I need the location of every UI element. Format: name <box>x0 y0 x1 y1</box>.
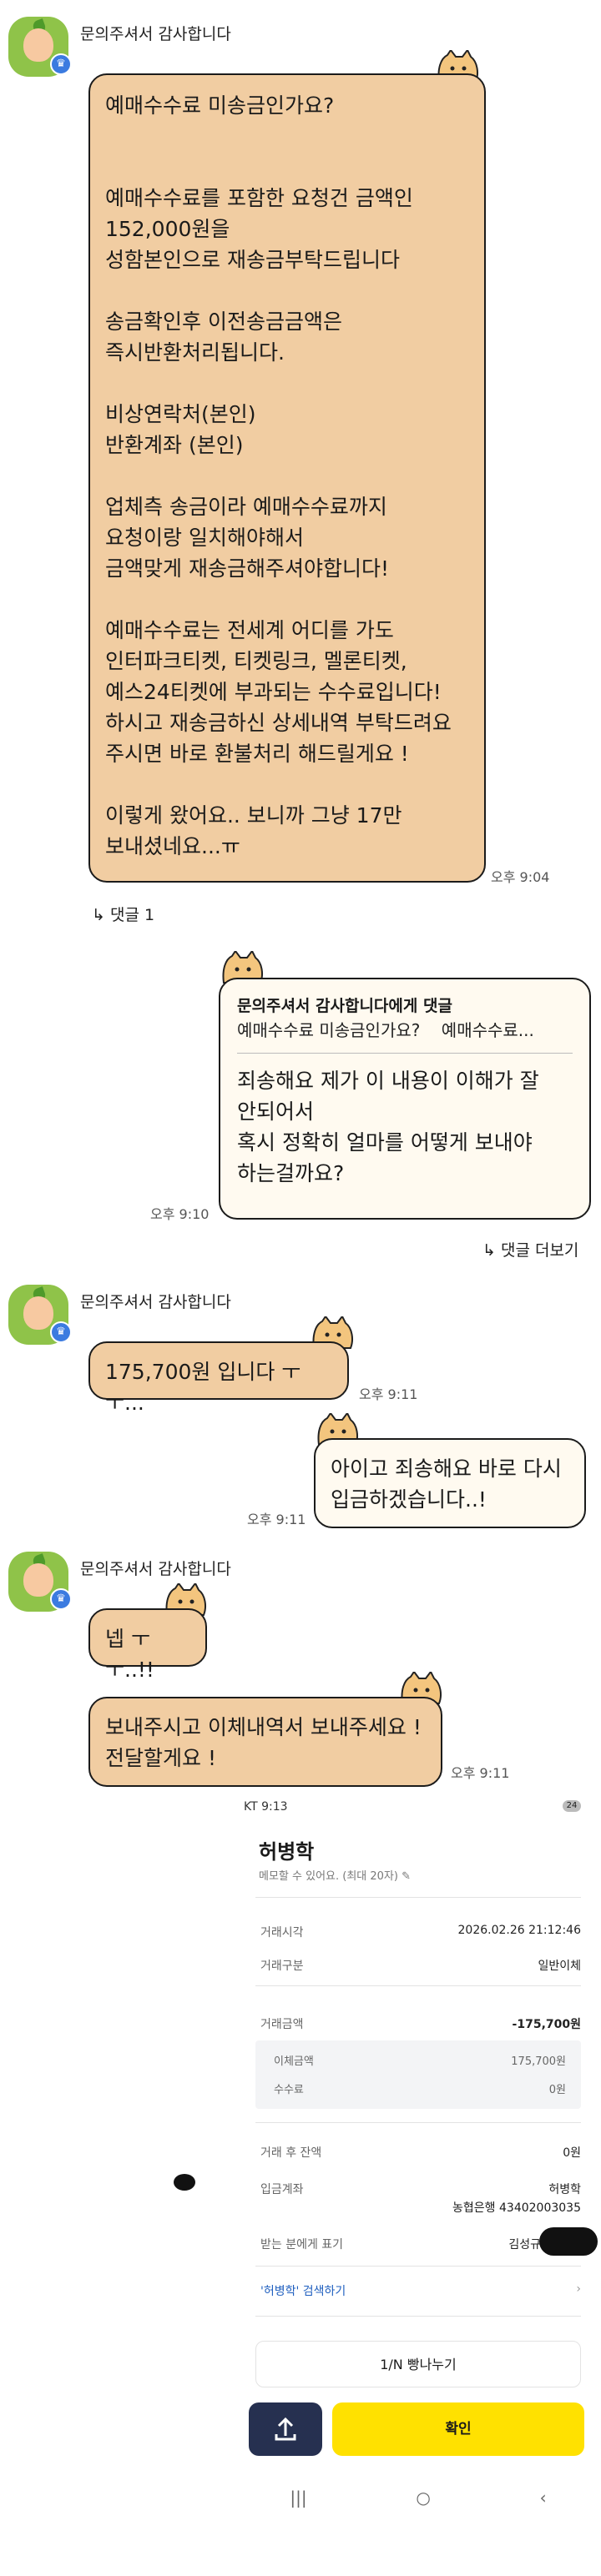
message-line: 인터파크티켓, 티켓링크, 멜론티켓, <box>105 649 407 673</box>
message-line <box>105 460 469 491</box>
crown-badge-icon: ♛ <box>50 1588 72 1610</box>
message-time: 오후 9:11 <box>247 1512 306 1527</box>
message-line <box>105 152 469 183</box>
recent-apps-icon[interactable]: ||| <box>290 2488 306 2508</box>
message-line: 즉시반환처리됩니다. <box>105 340 285 365</box>
home-icon[interactable]: ○ <box>416 2488 430 2508</box>
share-icon <box>275 2417 296 2441</box>
message-line: 성함본인으로 재송금부탁드립니다 <box>105 248 400 272</box>
message-line: 업체측 송금이라 예매수수료까지 <box>105 495 387 519</box>
message-line <box>105 121 469 152</box>
share-button[interactable] <box>249 2402 322 2456</box>
message-line: 요청이랑 일치해야해서 <box>105 526 304 550</box>
transfer-screenshot[interactable]: KT 9:13 24 허병학 메모할 수 있어요. (최대 20자) ✎ 거래시… <box>235 1794 601 2576</box>
back-icon[interactable]: ‹ <box>540 2488 547 2508</box>
message-line: 보내주시고 이체내역서 보내주세요 ! <box>105 1715 422 1739</box>
message-line: 보내셨네요...ㅠ <box>105 834 240 858</box>
message-bubble-5[interactable]: 넵 ㅜㅜ..!! <box>88 1608 207 1682</box>
reply-text: 죄송해요 제가 이 내용이 이해가 잘안되어서혹시 정확히 얼마를 어떻게 보내… <box>237 1065 573 1189</box>
battery-icon: 24 <box>563 1800 581 1812</box>
message-line: 예매수수료는 전세계 어디를 가도 <box>105 618 394 642</box>
confirm-button[interactable]: 확인 <box>332 2402 584 2456</box>
message-line <box>105 584 469 615</box>
message-line: 입금하겠습니다..! <box>331 1487 487 1512</box>
message-line: 혹시 정확히 얼마를 어떻게 보내야 <box>237 1130 533 1155</box>
reply-count-link[interactable]: ↳ 댓글 1 <box>92 903 154 925</box>
message-line: 152,000원을 <box>105 217 230 241</box>
message-line <box>105 275 469 306</box>
message-time: 오후 9:10 <box>150 1206 210 1222</box>
memo-placeholder: 메모할 수 있어요. (최대 20자) <box>259 1870 398 1883</box>
redaction-scribble <box>539 2227 598 2256</box>
detail-row-amount: 거래금액 -175,700원 <box>260 2018 581 2031</box>
account-number: 농협은행 43402003035 <box>452 2201 581 2215</box>
search-recipient-link[interactable]: '허병학' 검색하기 › <box>260 2282 581 2299</box>
message-line: 예매수수료를 포함한 요청건 금액인 <box>105 186 413 210</box>
split-bill-button[interactable]: 1/N 빵나누기 <box>255 2341 581 2387</box>
message-bubble-6[interactable]: 보내주시고 이체내역서 보내주세요 ! 전달할게요 ! <box>88 1697 442 1787</box>
message-time: 오후 9:11 <box>451 1765 510 1781</box>
message-time: 오후 9:04 <box>491 869 550 885</box>
message-bubble-3[interactable]: 175,700원 입니다 ㅜㅜ... <box>88 1341 349 1415</box>
message-line: 이렇게 왔어요.. 보니까 그냥 17만 <box>105 803 402 828</box>
pencil-icon: ✎ <box>402 1870 411 1883</box>
message-line: 비상연락처(본인) <box>105 402 256 426</box>
message-line: 송금확인후 이전송금금액은 <box>105 309 342 334</box>
more-replies-text: 댓글 더보기 <box>500 1241 579 1260</box>
message-line: 하는걸까요? <box>237 1161 345 1185</box>
sender-name: 문의주셔서 감사합니다 <box>80 1293 231 1311</box>
android-nav-bar: ||| ○ ‹ <box>235 2476 601 2519</box>
memo-field[interactable]: 메모할 수 있어요. (최대 20자) ✎ <box>259 1867 411 1883</box>
speech-dot-icon <box>174 2174 195 2191</box>
sender-name: 문의주셔서 감사합니다 <box>80 25 231 43</box>
message-line: 죄송해요 제가 이 내용이 이해가 잘 <box>237 1069 539 1093</box>
detail-row-balance: 거래 후 잔액 0원 <box>260 2146 581 2160</box>
recipient-name: 허병학 <box>259 1840 315 1864</box>
crown-badge-icon: ♛ <box>50 1321 72 1343</box>
message-line: 주시면 바로 환불처리 해드릴게요 ! <box>105 742 409 766</box>
message-line: 아이고 죄송해요 바로 다시 <box>331 1457 562 1481</box>
reply-count-text: 댓글 1 <box>109 906 155 924</box>
more-replies-link[interactable]: ↳ 댓글 더보기 <box>482 1238 578 1260</box>
quote-text: 예매수수료 미송금인가요? 예매수수료... <box>237 1020 534 1040</box>
sender-name: 문의주셔서 감사합니다 <box>80 1560 231 1578</box>
reply-bubble[interactable]: 문의주셔서 감사합니다에게 댓글 예매수수료 미송금인가요? 예매수수료... … <box>219 978 591 1220</box>
message-line <box>105 769 469 800</box>
chevron-right-icon: › <box>576 2282 581 2296</box>
message-line: 금액맞게 재송금해주셔야합니다! <box>105 556 389 581</box>
detail-row-account: 입금계좌 허병학 <box>260 2183 581 2196</box>
message-line: 안되어서 <box>237 1099 315 1124</box>
amount-breakdown: 이체금액 175,700원 수수료 0원 <box>255 2040 581 2109</box>
message-line: 반환계좌 (본인) <box>105 433 244 457</box>
status-time: KT 9:13 <box>244 1800 288 1814</box>
message-bubble-4[interactable]: 아이고 죄송해요 바로 다시입금하겠습니다..! <box>314 1438 586 1528</box>
message-line: 예매수수료 미송금인가요? <box>105 93 335 118</box>
message-bubble-1[interactable]: 예매수수료 미송금인가요? 예매수수료를 포함한 요청건 금액인 152,000원을… <box>88 73 486 883</box>
detail-row-display: 받는 분에게 표기 김성규 <box>260 2238 541 2251</box>
message-time: 오후 9:11 <box>359 1386 418 1402</box>
message-line: 하시고 재송금하신 상세내역 부탁드려요 <box>105 711 452 735</box>
detail-row-type: 거래구분 일반이체 <box>260 1960 581 1973</box>
message-line: 예스24티켓에 부과되는 수수료입니다! <box>105 680 442 704</box>
message-line <box>105 368 469 399</box>
detail-row-time: 거래시각 2026.02.26 21:12:46 <box>260 1924 581 1940</box>
crown-badge-icon: ♛ <box>50 53 72 75</box>
quote-title: 문의주셔서 감사합니다에게 댓글 <box>237 997 452 1015</box>
message-line: 전달할게요 ! <box>105 1746 216 1770</box>
